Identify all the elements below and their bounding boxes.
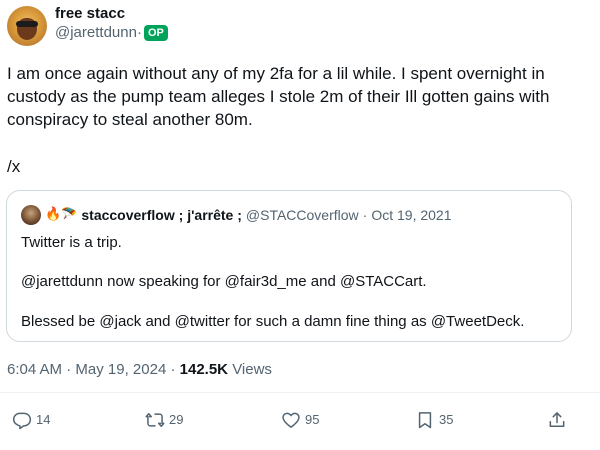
share-icon — [547, 410, 567, 430]
quote-author-handle[interactable]: @STACCoverflow — [246, 206, 359, 224]
post-date[interactable]: May 19, 2024 — [75, 361, 166, 378]
avatar[interactable] — [7, 6, 47, 46]
avatar-glasses — [16, 21, 38, 27]
share-button[interactable] — [547, 410, 567, 430]
quoted-post[interactable]: 🔥🪂 staccoverflow ; j'arrête ; @STACCover… — [6, 190, 572, 342]
like-count: 95 — [305, 412, 320, 427]
views-label: Views — [232, 361, 272, 378]
meta-separator: · — [66, 361, 72, 378]
views-count: 142.5K — [179, 361, 229, 378]
author-display-name[interactable]: free stacc — [55, 5, 125, 23]
repost-button[interactable]: 29 — [145, 410, 183, 430]
post-signoff: /x — [7, 157, 21, 176]
meta-separator-2: · — [170, 361, 176, 378]
repost-count: 29 — [169, 412, 184, 427]
quote-text-line-1: Twitter is a trip. — [21, 234, 122, 251]
quote-text-line-2: @jarettdunn now speaking for @fair3d_me … — [21, 273, 427, 290]
author-handle[interactable]: @jarettdunn — [55, 24, 137, 42]
repost-icon — [145, 410, 165, 430]
quote-text-line-3: Blessed be @jack and @twitter for such a… — [21, 313, 525, 330]
reply-button[interactable]: 14 — [12, 410, 50, 430]
quote-author-name[interactable]: staccoverflow ; j'arrête ; — [81, 206, 242, 224]
heart-icon — [281, 410, 301, 430]
quote-avatar[interactable] — [21, 205, 41, 225]
reply-icon — [12, 410, 32, 430]
op-badge: OP — [143, 25, 168, 41]
tweet: free stacc @jarettdunn · OP I am once agai… — [0, 0, 600, 450]
quote-date[interactable]: Oct 19, 2021 — [371, 206, 451, 224]
action-bar: 14 29 95 35 — [0, 405, 600, 435]
handle-separator: · — [136, 24, 142, 41]
post-text: I am once again without any of my 2fa fo… — [7, 64, 550, 129]
quote-emojis: 🔥🪂 — [45, 207, 78, 222]
post-meta: 6:04 AM · May 19, 2024 · 142.5K Views — [7, 360, 272, 380]
reply-count: 14 — [36, 412, 51, 427]
bookmark-icon — [415, 410, 435, 430]
divider — [0, 392, 600, 393]
post-time[interactable]: 6:04 AM — [7, 361, 62, 378]
bookmark-button[interactable]: 35 — [415, 410, 453, 430]
like-button[interactable]: 95 — [281, 410, 319, 430]
quote-separator: · — [362, 207, 368, 223]
quote-header: 🔥🪂 staccoverflow ; j'arrête ; @STACCover… — [21, 205, 452, 225]
author-handle-row: @jarettdunn · OP — [55, 24, 168, 42]
bookmark-count: 35 — [439, 412, 454, 427]
